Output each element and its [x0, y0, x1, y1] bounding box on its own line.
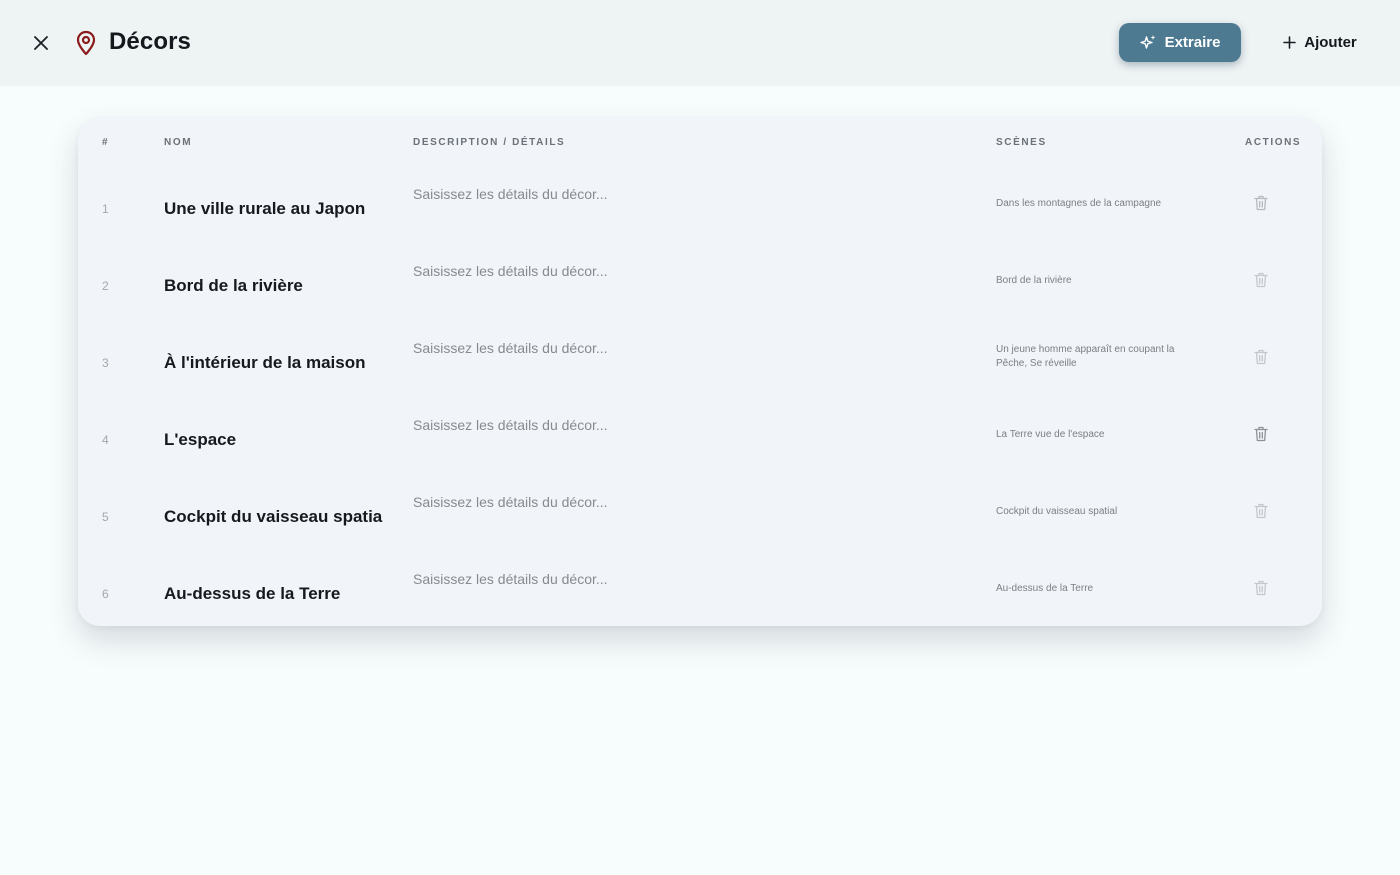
- settings-table: # NOM DESCRIPTION / DÉTAILS SCÈNES ACTIO…: [78, 118, 1322, 626]
- column-header-number: #: [102, 137, 110, 148]
- table-row: 6 Au-dessus de la Terre Saisissez les dé…: [78, 549, 1322, 626]
- decor-name[interactable]: L'espace: [164, 430, 389, 450]
- decor-name[interactable]: À l'intérieur de la maison: [164, 353, 389, 373]
- decor-name[interactable]: Cockpit du vaisseau spatia: [164, 507, 389, 527]
- page-title: Décors: [109, 28, 191, 55]
- sparkles-icon: [1139, 35, 1156, 49]
- scenes-text: Cockpit du vaisseau spatial: [996, 506, 1118, 517]
- column-header-actions: ACTIONS: [1245, 137, 1302, 148]
- scenes-text: Un jeune homme apparaît en coupant la Pê…: [996, 344, 1175, 369]
- table-row: 2 Bord de la rivière Saisissez les détai…: [78, 241, 1322, 318]
- table-row: 3 À l'intérieur de la maison Saisissez l…: [78, 318, 1322, 395]
- decor-name[interactable]: Bord de la rivière: [164, 276, 389, 296]
- trash-icon[interactable]: [1254, 195, 1268, 211]
- description-field[interactable]: Saisissez les détails du décor...: [413, 263, 608, 279]
- column-header-description: DESCRIPTION / DÉTAILS: [413, 137, 566, 148]
- add-button-label: Ajouter: [1304, 34, 1357, 51]
- description-field[interactable]: Saisissez les détails du décor...: [413, 186, 608, 202]
- table-row: 5 Cockpit du vaisseau spatia Saisissez l…: [78, 472, 1322, 549]
- scenes-text: Au-dessus de la Terre: [996, 583, 1094, 594]
- row-number: 5: [102, 510, 109, 524]
- description-field[interactable]: Saisissez les détails du décor...: [413, 494, 608, 510]
- row-number: 1: [102, 202, 109, 216]
- table-row: 1 Une ville rurale au Japon Saisissez le…: [78, 164, 1322, 241]
- trash-icon[interactable]: [1254, 426, 1268, 442]
- plus-icon: [1283, 36, 1297, 49]
- row-number: 4: [102, 433, 109, 447]
- trash-icon[interactable]: [1254, 503, 1268, 519]
- scenes-text: Bord de la rivière: [996, 275, 1072, 286]
- description-field[interactable]: Saisissez les détails du décor...: [413, 340, 608, 356]
- decor-name[interactable]: Au-dessus de la Terre: [164, 584, 389, 604]
- top-bar: Décors Extraire Ajouter: [0, 0, 1400, 86]
- extract-button-label: Extraire: [1164, 34, 1221, 51]
- trash-icon[interactable]: [1254, 580, 1268, 596]
- trash-icon[interactable]: [1254, 349, 1268, 365]
- map-pin-icon: [76, 30, 96, 56]
- description-field[interactable]: Saisissez les détails du décor...: [413, 417, 608, 433]
- row-number: 6: [102, 587, 109, 601]
- row-number: 2: [102, 279, 109, 293]
- close-button[interactable]: [28, 30, 54, 56]
- extract-button[interactable]: Extraire: [1119, 23, 1241, 62]
- column-header-name: NOM: [164, 137, 193, 148]
- row-number: 3: [102, 356, 109, 370]
- column-header-scenes: SCÈNES: [996, 137, 1047, 148]
- close-icon: [34, 36, 48, 50]
- scenes-text: La Terre vue de l'espace: [996, 429, 1105, 440]
- scenes-text: Dans les montagnes de la campagne: [996, 198, 1162, 209]
- table-row: 4 L'espace Saisissez les détails du déco…: [78, 395, 1322, 472]
- trash-icon[interactable]: [1254, 272, 1268, 288]
- description-field[interactable]: Saisissez les détails du décor...: [413, 571, 608, 587]
- decor-name[interactable]: Une ville rurale au Japon: [164, 199, 389, 219]
- add-button[interactable]: Ajouter: [1270, 23, 1370, 62]
